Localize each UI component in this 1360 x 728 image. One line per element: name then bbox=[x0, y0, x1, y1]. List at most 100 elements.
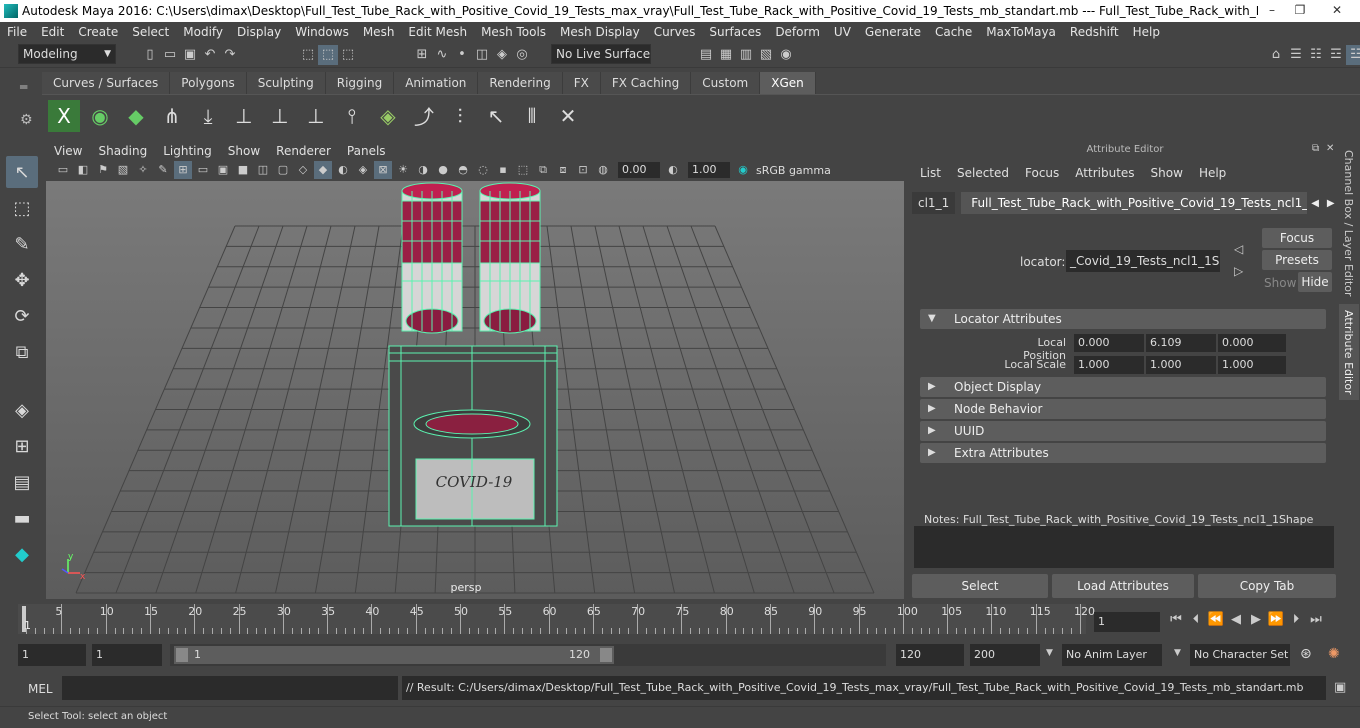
tool-settings-icon[interactable]: ☲ bbox=[1326, 45, 1346, 65]
snap-surface-icon[interactable]: ◈ bbox=[492, 45, 512, 65]
tab-rendering[interactable]: Rendering bbox=[478, 72, 563, 94]
multisample-aa-icon[interactable]: ◌ bbox=[474, 161, 492, 179]
wireframe-on-shaded-icon[interactable]: ◈ bbox=[354, 161, 372, 179]
local-position-z-field[interactable]: 0.000 bbox=[1218, 334, 1286, 352]
mode-selector[interactable]: Modeling ▼ bbox=[18, 44, 116, 64]
xgen-sculpt-guide-icon[interactable]: ⫯ bbox=[336, 100, 368, 132]
outliner-layout-icon[interactable]: ▤ bbox=[6, 466, 38, 498]
tab-fx-caching[interactable]: FX Caching bbox=[600, 72, 692, 94]
tab-shape-node[interactable]: Full_Test_Tube_Rack_with_Positive_Covid_… bbox=[961, 192, 1308, 214]
render-frame-icon[interactable]: ▦ bbox=[716, 45, 736, 65]
2d-pan-zoom-icon[interactable]: ✧ bbox=[134, 161, 152, 179]
ae-menu-focus[interactable]: Focus bbox=[1017, 166, 1067, 180]
menu-windows[interactable]: Windows bbox=[288, 25, 356, 39]
menu-curves[interactable]: Curves bbox=[647, 25, 703, 39]
menu-generate[interactable]: Generate bbox=[858, 25, 928, 39]
local-scale-z-field[interactable]: 1.000 bbox=[1218, 356, 1286, 374]
section-locator-attributes[interactable]: ▼ Locator Attributes bbox=[920, 309, 1326, 329]
single-perspective-layout-icon[interactable]: ◈ bbox=[6, 394, 38, 426]
xgen-editor-icon[interactable]: X bbox=[48, 99, 80, 132]
lasso-tool-icon[interactable]: ⬚ bbox=[6, 192, 38, 224]
menu-deform[interactable]: Deform bbox=[768, 25, 827, 39]
viewport-menu-panels[interactable]: Panels bbox=[339, 144, 394, 158]
safe-action-icon[interactable]: ▢ bbox=[274, 161, 292, 179]
range-slider-handle[interactable]: 1 120 bbox=[174, 646, 614, 664]
viewport-menu-shading[interactable]: Shading bbox=[90, 144, 155, 158]
attribute-editor-tab[interactable]: Attribute Editor bbox=[1342, 310, 1355, 395]
animation-preferences-icon[interactable]: ✺ bbox=[1328, 646, 1340, 662]
xray-joints-icon[interactable]: ⧈ bbox=[554, 161, 572, 179]
gate-mask-icon[interactable]: ■ bbox=[234, 161, 252, 179]
play-forward-icon[interactable]: ▶ bbox=[1246, 610, 1266, 630]
gamma-field[interactable]: 1.00 bbox=[688, 162, 730, 178]
tab-xgen[interactable]: XGen bbox=[760, 72, 816, 94]
depth-of-field-icon[interactable]: ▪ bbox=[494, 161, 512, 179]
view-transform-label[interactable]: sRGB gamma bbox=[754, 164, 831, 177]
animation-end-field[interactable]: 200 bbox=[970, 644, 1040, 666]
open-scene-icon[interactable]: ▭ bbox=[160, 45, 180, 65]
perspective-viewport[interactable]: COVID-19 x y persp bbox=[46, 181, 904, 599]
tab-sculpting[interactable]: Sculpting bbox=[246, 72, 326, 94]
redo-icon[interactable]: ↷ bbox=[220, 45, 240, 65]
load-node-icon[interactable]: ▷ bbox=[1234, 264, 1243, 278]
xgen-bend-guide-icon[interactable]: ⤴ bbox=[408, 100, 440, 132]
attribute-editor-toggle-icon[interactable]: ☷ bbox=[1306, 45, 1326, 65]
section-object-display[interactable]: ▶ Object Display bbox=[920, 377, 1326, 397]
render-settings-icon[interactable]: ▧ bbox=[756, 45, 776, 65]
current-frame-field[interactable]: 1 bbox=[1094, 612, 1160, 632]
four-view-layout-icon[interactable]: ⊞ bbox=[6, 430, 38, 462]
paint-select-tool-icon[interactable]: ✎ bbox=[6, 228, 38, 260]
script-editor-icon[interactable]: ▣ bbox=[1334, 680, 1346, 695]
color-management-icon[interactable]: ◉ bbox=[734, 161, 752, 179]
float-panel-icon[interactable]: ⧉ bbox=[1312, 143, 1319, 154]
make-live-icon[interactable]: ◎ bbox=[512, 45, 532, 65]
local-position-x-field[interactable]: 0.000 bbox=[1074, 334, 1144, 352]
snap-view-icon[interactable]: ◫ bbox=[472, 45, 492, 65]
menu-mesh[interactable]: Mesh bbox=[356, 25, 402, 39]
undo-icon[interactable]: ↶ bbox=[200, 45, 220, 65]
select-object-icon[interactable]: ⬚ bbox=[318, 45, 338, 65]
focus-button[interactable]: Focus bbox=[1262, 228, 1332, 248]
go-to-end-icon[interactable]: ⏭ bbox=[1306, 610, 1326, 630]
anim-layer-dropdown-icon[interactable]: ▼ bbox=[1046, 648, 1053, 658]
ae-menu-show[interactable]: Show bbox=[1143, 166, 1191, 180]
time-slider[interactable]: 1 5 10 15 20 25 30 35 40 45 50 55 60 65 70 75 80 85 90 95 1… bbox=[18, 604, 1095, 634]
live-surface-field[interactable]: No Live Surface bbox=[551, 44, 651, 64]
textured-icon[interactable]: ⊠ bbox=[374, 161, 392, 179]
xgen-scale-guide-icon[interactable]: ⫴ bbox=[516, 100, 548, 132]
xgen-preview-eye-icon[interactable]: ◉ bbox=[84, 100, 116, 132]
save-scene-icon[interactable]: ▣ bbox=[180, 45, 200, 65]
tab-custom[interactable]: Custom bbox=[691, 72, 761, 94]
select-component-icon[interactable]: ⬚ bbox=[338, 45, 358, 65]
tab-animation[interactable]: Animation bbox=[394, 72, 479, 94]
menu-file[interactable]: File bbox=[0, 25, 34, 39]
range-start-grip[interactable] bbox=[176, 648, 188, 662]
xgen-layer-icon[interactable]: ◈ bbox=[372, 100, 404, 132]
ae-menu-list[interactable]: List bbox=[912, 166, 949, 180]
snap-point-icon[interactable]: • bbox=[452, 45, 472, 65]
use-all-lights-icon[interactable]: ☀ bbox=[394, 161, 412, 179]
scale-tool-icon[interactable]: ⧉ bbox=[6, 336, 38, 368]
notes-textarea[interactable] bbox=[914, 526, 1334, 568]
shelf-menu-icon[interactable]: ═ bbox=[20, 80, 27, 94]
viewport-menu-lighting[interactable]: Lighting bbox=[155, 144, 220, 158]
render-view-icon[interactable]: ▤ bbox=[696, 45, 716, 65]
xgen-add-guide-icon[interactable]: ⊥ bbox=[228, 100, 260, 132]
xgen-lock-guide-icon[interactable]: ⊥ bbox=[300, 100, 332, 132]
graph-layout-icon[interactable]: ▬ bbox=[6, 502, 38, 534]
animation-start-field[interactable]: 1 bbox=[18, 644, 86, 666]
menu-mesh-display[interactable]: Mesh Display bbox=[553, 25, 647, 39]
workspace-icon[interactable]: ⌂ bbox=[1266, 45, 1286, 65]
command-input[interactable] bbox=[62, 676, 398, 700]
menu-uv[interactable]: UV bbox=[827, 25, 858, 39]
field-chart-icon[interactable]: ◫ bbox=[254, 161, 272, 179]
menu-cache[interactable]: Cache bbox=[928, 25, 979, 39]
menu-help[interactable]: Help bbox=[1126, 25, 1167, 39]
playback-start-field[interactable]: 1 bbox=[92, 644, 162, 666]
ae-menu-attributes[interactable]: Attributes bbox=[1067, 166, 1142, 180]
menu-redshift[interactable]: Redshift bbox=[1063, 25, 1126, 39]
playback-end-field[interactable]: 120 bbox=[896, 644, 964, 666]
local-position-y-field[interactable]: 6.109 bbox=[1146, 334, 1216, 352]
section-extra-attributes[interactable]: ▶ Extra Attributes bbox=[920, 443, 1326, 463]
hypershade-icon[interactable]: ◉ bbox=[776, 45, 796, 65]
